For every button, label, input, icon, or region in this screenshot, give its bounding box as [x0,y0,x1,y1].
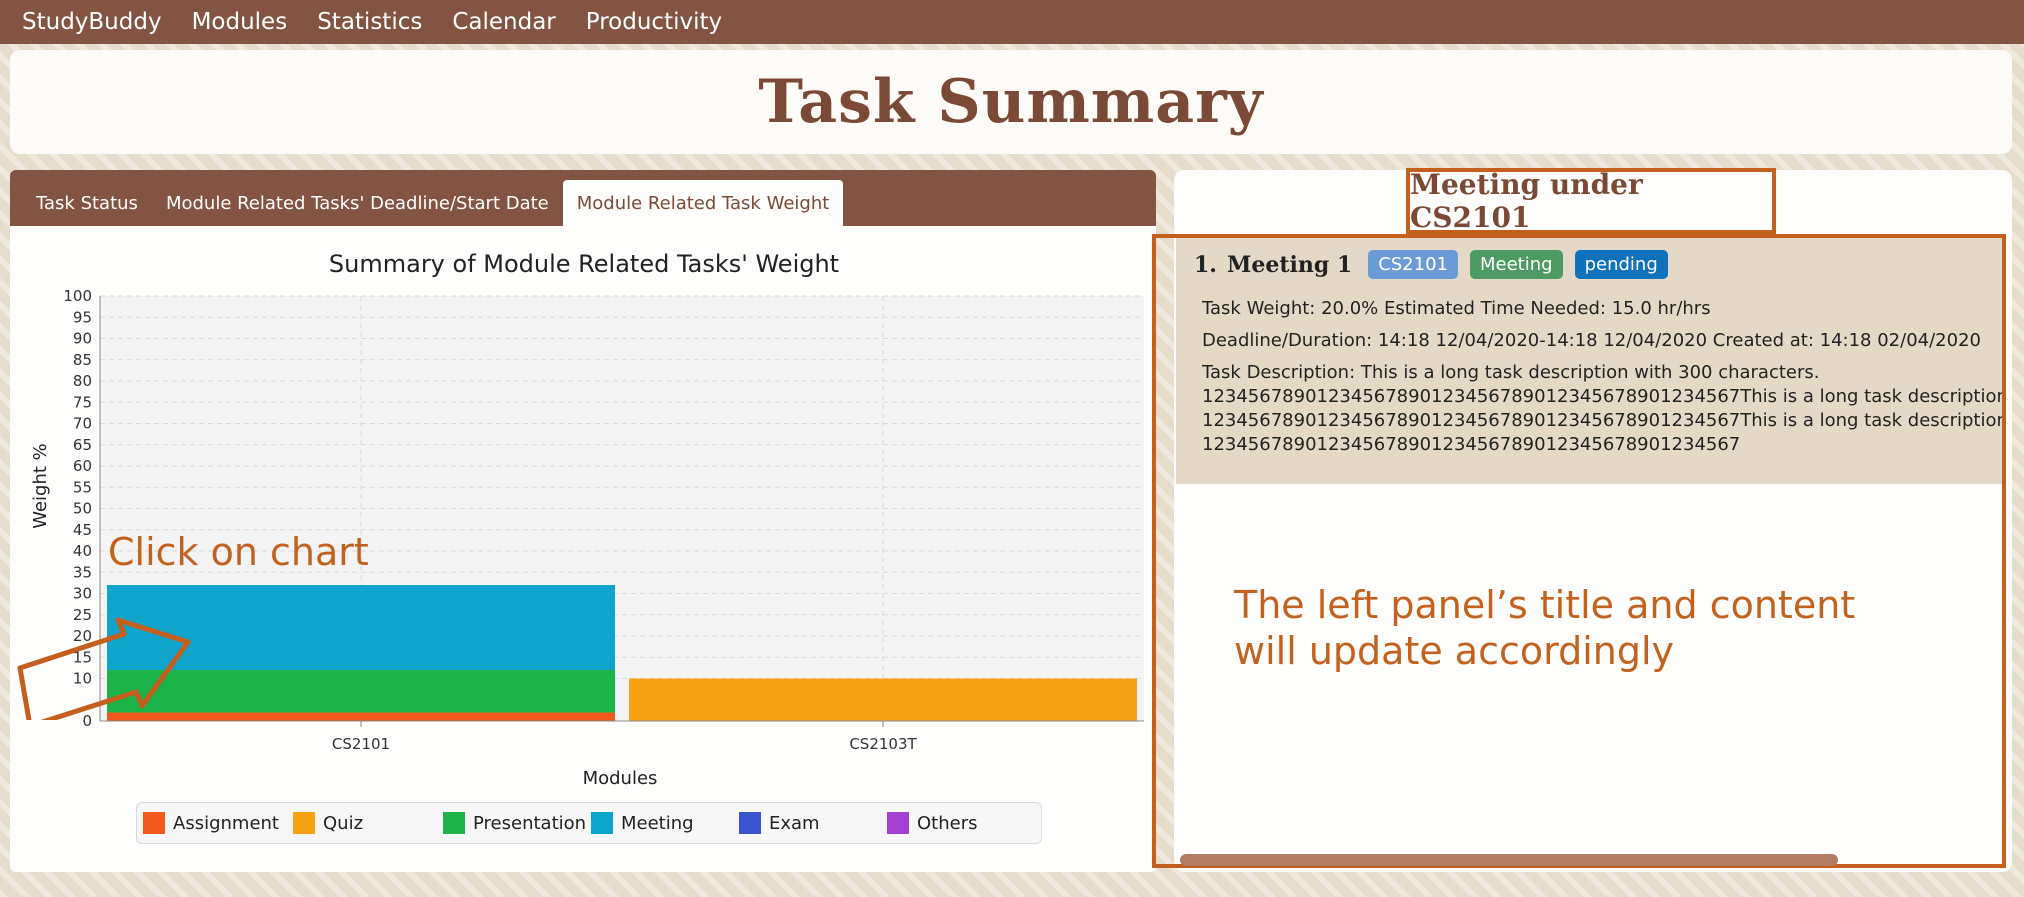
chart-legend: Assignment Quiz Presentation Meeting Exa… [136,802,1042,844]
y-tick-label: 60 [73,457,92,475]
menu-statistics[interactable]: Statistics [317,9,422,35]
legend-assignment[interactable]: Assignment [143,812,293,834]
tab-task-status[interactable]: Task Status [22,180,152,226]
legend-label: Others [917,812,978,834]
task-list-highlight [1152,234,2006,868]
y-tick-label: 85 [73,351,92,369]
y-tick-label: 70 [73,415,92,433]
horizontal-scrollbar[interactable] [1180,854,1838,866]
legend-quiz[interactable]: Quiz [293,812,443,834]
legend-label: Presentation [473,812,587,834]
task-list-title: Meeting under CS2101 [1410,168,1643,234]
menu-modules[interactable]: Modules [192,9,288,35]
menu-bar: StudyBuddy Modules Statistics Calendar P… [0,0,2024,44]
legend-swatch-others [887,812,909,834]
legend-swatch-assignment [143,812,165,834]
y-tick-label: 50 [73,500,92,518]
chart-title: Summary of Module Related Tasks' Weight [329,250,839,278]
legend-label: Meeting [621,812,694,834]
legend-others[interactable]: Others [887,812,978,834]
annotation-update-note: The left panel’s title and content will … [1234,583,1856,673]
x-tick-label: CS2103T [849,735,917,753]
y-tick-label: 95 [73,308,92,326]
y-tick-label: 45 [73,521,92,539]
annotation-click-on-chart: Click on chart [108,530,369,574]
tab-deadline-start-date[interactable]: Module Related Tasks' Deadline/Start Dat… [152,180,563,226]
legend-meeting[interactable]: Meeting [591,812,739,834]
y-tick-label: 80 [73,372,92,390]
legend-swatch-exam [739,812,761,834]
chart-panel: Task Status Module Related Tasks' Deadli… [10,170,1156,872]
y-tick-label: 75 [73,393,92,411]
tab-task-weight[interactable]: Module Related Task Weight [562,180,844,226]
page-title: Task Summary [758,67,1264,137]
legend-label: Exam [769,812,820,834]
legend-swatch-presentation [443,812,465,834]
legend-label: Quiz [323,812,364,834]
menu-productivity[interactable]: Productivity [586,9,722,35]
bar-segment-quiz[interactable] [629,678,1137,722]
x-tick-label: CS2101 [332,735,390,753]
y-tick-label: 35 [73,563,92,581]
menu-studybuddy[interactable]: StudyBuddy [22,9,162,35]
y-tick-label: 100 [63,287,92,305]
legend-label: Assignment [173,812,279,834]
y-axis-label: Weight % [30,443,51,529]
legend-exam[interactable]: Exam [739,812,887,834]
legend-presentation[interactable]: Presentation [443,812,591,834]
y-tick-label: 55 [73,478,92,496]
page-title-bar: Task Summary [10,50,2012,154]
tab-bar: Task Status Module Related Tasks' Deadli… [10,170,1156,226]
legend-swatch-quiz [293,812,315,834]
y-tick-label: 65 [73,436,92,454]
task-list-title-highlight: Meeting under CS2101 [1406,168,1776,234]
menu-calendar[interactable]: Calendar [452,9,555,35]
x-axis-label: Modules [583,768,658,789]
y-tick-label: 40 [73,542,92,560]
legend-swatch-meeting [591,812,613,834]
y-tick-label: 90 [73,330,92,348]
annotation-arrow-icon [17,617,191,720]
